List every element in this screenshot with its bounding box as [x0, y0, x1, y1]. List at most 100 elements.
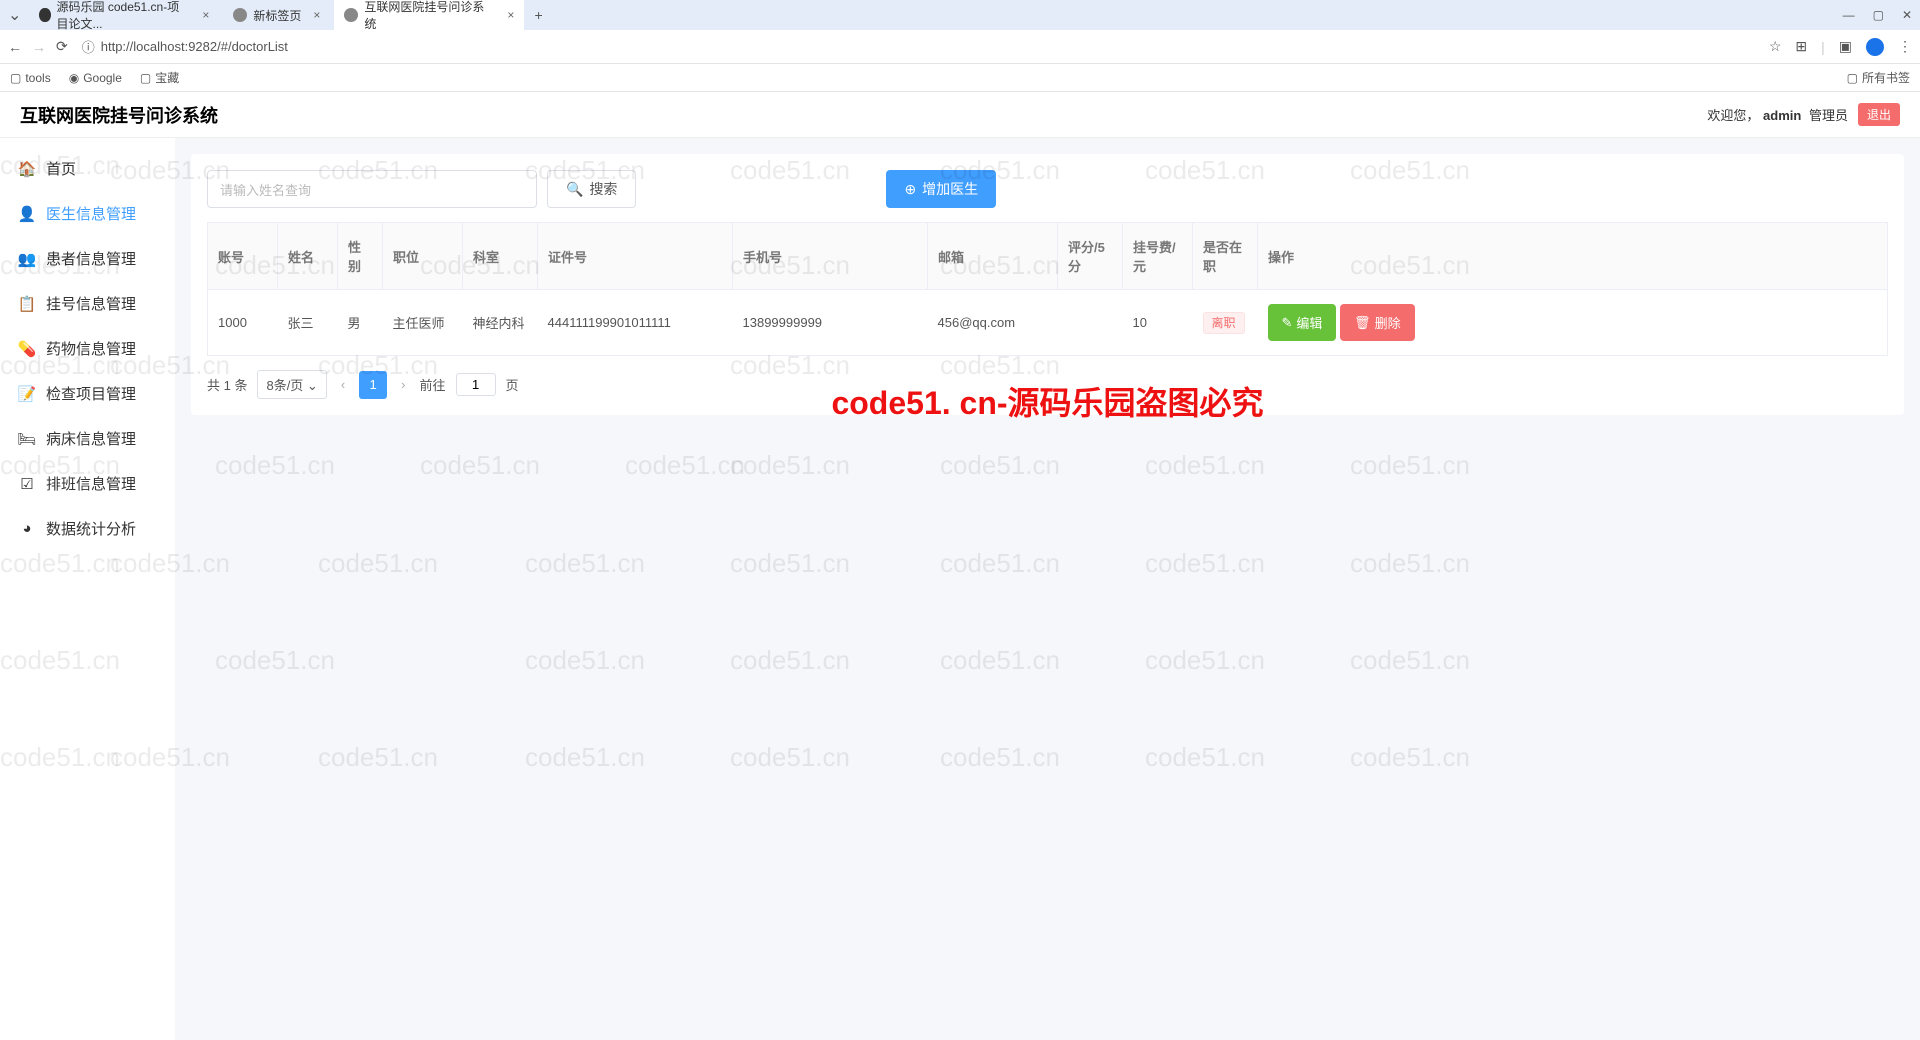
bookmarks-bar: ▢ tools ◉ Google ▢ 宝藏 ▢ 所有书签 — [0, 64, 1920, 92]
cell-name: 张三 — [278, 290, 338, 356]
back-icon[interactable]: ← — [8, 39, 22, 55]
forward-icon[interactable]: → — [32, 39, 46, 55]
info-icon: ⓘ — [82, 37, 95, 56]
logout-button[interactable]: 退出 — [1858, 103, 1900, 126]
sidebar-item-stats[interactable]: ◕数据统计分析 — [0, 506, 175, 551]
close-icon[interactable]: × — [313, 8, 320, 22]
bookmark-folder[interactable]: ▢ 宝藏 — [140, 69, 179, 86]
bookmark-item[interactable]: ◉ Google — [69, 71, 122, 85]
tab-title: 源码乐园 code51.cn-项目论文... — [57, 0, 191, 32]
app-title: 互联网医院挂号问诊系统 — [20, 102, 218, 128]
cell-status: 离职 — [1193, 290, 1258, 356]
minimize-icon[interactable]: — — [1843, 8, 1855, 22]
app-header: 互联网医院挂号问诊系统 欢迎您， admin 管理员 退出 — [0, 92, 1920, 138]
divider: | — [1821, 39, 1825, 55]
sidebar-item-patient[interactable]: 👥患者信息管理 — [0, 236, 175, 281]
cell-idno: 444111199901011111 — [538, 290, 733, 356]
button-label: 增加医生 — [922, 179, 978, 199]
browser-tab[interactable]: 源码乐园 code51.cn-项目论文... × — [29, 0, 219, 36]
delete-button[interactable]: 🗑删除 — [1340, 304, 1415, 341]
page-size-select[interactable]: 8条/页 ⌄ — [257, 370, 326, 399]
tab-title: 新标签页 — [253, 7, 301, 24]
home-icon: 🏠 — [18, 160, 36, 178]
sidebar-item-home[interactable]: 🏠 首页 — [0, 146, 175, 191]
cell-action: ✎编辑 🗑删除 — [1258, 290, 1888, 356]
browser-titlebar: ⌄ 源码乐园 code51.cn-项目论文... × 新标签页 × 互联网医院挂… — [0, 0, 1920, 30]
search-icon: 🔍 — [566, 181, 583, 198]
bed-icon: 🛏 — [18, 430, 36, 448]
star-icon[interactable]: ☆ — [1769, 38, 1782, 55]
sidebar-item-schedule[interactable]: ☑排班信息管理 — [0, 461, 175, 506]
sidebar-item-label: 医生信息管理 — [46, 203, 136, 224]
table-row: 1000 张三 男 主任医师 神经内科 444111199901011111 1… — [208, 290, 1888, 356]
col-gender: 性别 — [338, 223, 383, 290]
col-score: 评分/5分 — [1058, 223, 1123, 290]
search-button[interactable]: 🔍 搜索 — [547, 170, 636, 208]
close-icon[interactable]: × — [202, 8, 209, 22]
delete-icon: 🗑 — [1354, 315, 1371, 331]
sidebar-item-label: 药物信息管理 — [46, 338, 136, 359]
col-email: 邮箱 — [928, 223, 1058, 290]
close-window-icon[interactable]: ✕ — [1902, 8, 1912, 22]
sidebar-item-doctor[interactable]: 👤 医生信息管理 — [0, 191, 175, 236]
col-action: 操作 — [1258, 223, 1888, 290]
sidebar-item-label: 挂号信息管理 — [46, 293, 136, 314]
placeholder-text: 请输入姓名查询 — [220, 180, 311, 199]
cell-phone: 13899999999 — [733, 290, 928, 356]
sidebar-item-label: 病床信息管理 — [46, 428, 136, 449]
favicon-icon — [39, 8, 50, 22]
app-body: 🏠 首页 👤 医生信息管理 👥患者信息管理 📋挂号信息管理 💊 药物信息管理 📝检查项… — [0, 138, 1920, 1040]
next-page-icon[interactable]: › — [397, 377, 409, 392]
profile-icon[interactable] — [1866, 38, 1884, 56]
pill-icon: 💊 — [18, 340, 36, 358]
chart-icon: ◕ — [18, 520, 36, 538]
content-card: 请输入姓名查询 🔍 搜索 ⊕ 增加医生 账号 姓名 性别 — [191, 154, 1904, 415]
col-name: 姓名 — [278, 223, 338, 290]
cell-email: 456@qq.com — [928, 290, 1058, 356]
bookmark-folder[interactable]: ▢ tools — [10, 71, 51, 85]
schedule-icon: ☑ — [18, 475, 36, 493]
toolbar: 请输入姓名查询 🔍 搜索 ⊕ 增加医生 — [207, 170, 1888, 208]
sidebar-item-drug[interactable]: 💊 药物信息管理 — [0, 326, 175, 371]
search-input[interactable]: 请输入姓名查询 — [207, 170, 537, 208]
window-controls: — ▢ ✕ — [1843, 8, 1912, 22]
all-bookmarks[interactable]: ▢ 所有书签 — [1847, 69, 1910, 86]
sidebar: 🏠 首页 👤 医生信息管理 👥患者信息管理 📋挂号信息管理 💊 药物信息管理 📝检查项… — [0, 138, 175, 1040]
menu-icon[interactable]: ⋮ — [1898, 38, 1912, 55]
cell-gender: 男 — [338, 290, 383, 356]
add-doctor-button[interactable]: ⊕ 增加医生 — [886, 170, 996, 208]
new-tab-button[interactable]: + — [534, 7, 542, 23]
col-phone: 手机号 — [733, 223, 928, 290]
browser-tab[interactable]: 互联网医院挂号问诊系统 × — [334, 0, 524, 36]
reload-icon[interactable]: ⟳ — [56, 38, 68, 55]
user-icon: 👤 — [18, 205, 36, 223]
plus-icon: ⊕ — [904, 181, 916, 198]
sidebar-item-exam[interactable]: 📝检查项目管理 — [0, 371, 175, 416]
page-number[interactable]: 1 — [359, 371, 387, 399]
sidebar-item-label: 检查项目管理 — [46, 383, 136, 404]
edit-button[interactable]: ✎编辑 — [1268, 304, 1337, 341]
dropdown-icon[interactable]: ⌄ — [8, 5, 21, 25]
favicon-icon — [233, 8, 247, 22]
total-count: 共 1 条 — [207, 375, 247, 394]
main-content: 请输入姓名查询 🔍 搜索 ⊕ 增加医生 账号 姓名 性别 — [175, 138, 1920, 1040]
maximize-icon[interactable]: ▢ — [1873, 8, 1884, 22]
sidebar-item-label: 首页 — [46, 158, 76, 179]
sidebar-item-bed[interactable]: 🛏 病床信息管理 — [0, 416, 175, 461]
col-fee: 挂号费/元 — [1123, 223, 1193, 290]
tab-title: 互联网医院挂号问诊系统 — [364, 0, 495, 32]
browser-tabs: 源码乐园 code51.cn-项目论文... × 新标签页 × 互联网医院挂号问… — [29, 0, 1842, 36]
goto-input[interactable] — [456, 373, 496, 396]
sidebar-item-register[interactable]: 📋挂号信息管理 — [0, 281, 175, 326]
watermark-text: code51. cn-源码乐园盗图必究 — [831, 378, 1263, 424]
close-icon[interactable]: × — [507, 8, 514, 22]
extension-icon[interactable]: ⊞ — [1795, 38, 1807, 55]
browser-tab[interactable]: 新标签页 × — [223, 3, 330, 28]
cell-account: 1000 — [208, 290, 278, 356]
cell-dept: 神经内科 — [463, 290, 538, 356]
url-input[interactable]: ⓘ http://localhost:9282/#/doctorList — [78, 37, 1759, 56]
prev-page-icon[interactable]: ‹ — [337, 377, 349, 392]
goto-suffix: 页 — [506, 375, 519, 394]
panel-icon[interactable]: ▣ — [1839, 38, 1852, 55]
edit-icon: ✎ — [1282, 315, 1293, 331]
